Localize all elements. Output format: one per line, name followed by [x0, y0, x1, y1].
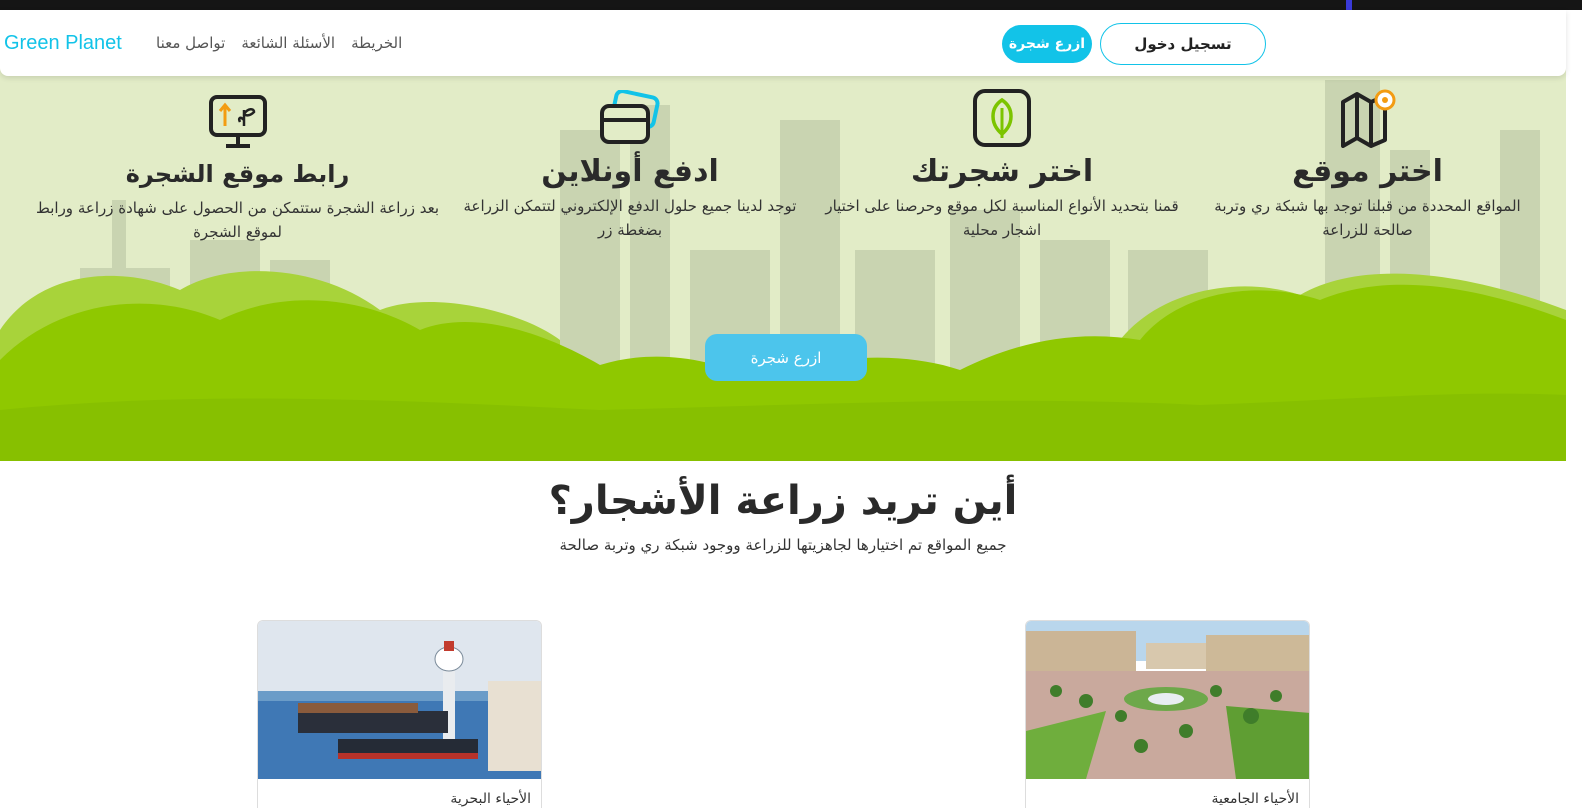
navbar: Green Planet الخريطة الأسئلة الشائعة توا…	[0, 10, 1566, 76]
location-card-caption: الأحياء البحرية	[450, 791, 531, 807]
step-description: المواقع المحددة من قبلنا توجد بها شبكة ر…	[1214, 197, 1521, 239]
brand-logo-text[interactable]: Green Planet	[4, 32, 122, 55]
locations-subtitle: جميع المواقع تم اختيارها لجاهزيتها للزرا…	[559, 536, 1007, 554]
step-title: اختر شجرتك	[910, 154, 1094, 189]
nav-links: الخريطة الأسئلة الشائعة تواصل معنا	[156, 34, 402, 52]
nav-link-faq[interactable]: الأسئلة الشائعة	[241, 34, 335, 52]
credit-card-icon	[600, 90, 660, 144]
step-choose-tree: اختر شجرتك قمنا بتحديد الأنواع المناسبة …	[818, 88, 1186, 242]
step-title: ادفع أونلاين	[541, 154, 719, 189]
campus-plaza-photo	[1026, 621, 1309, 779]
browser-top-strip	[0, 0, 1582, 10]
location-card[interactable]: الأحياء البحرية	[257, 620, 542, 808]
step-description: قمنا بتحديد الأنواع المناسبة لكل موقع وح…	[825, 197, 1179, 239]
location-card[interactable]: الأحياء الجامعية	[1025, 620, 1310, 808]
step-pay-online: ادفع أونلاين توجد لدينا جميع حلول الدفع …	[455, 90, 805, 242]
hero-section: اختر موقع المواقع المحددة من قبلنا توجد …	[0, 10, 1566, 461]
map-pin-icon	[1340, 89, 1395, 148]
step-title: رابط موقع الشجرة	[125, 160, 350, 188]
nav-link-contact[interactable]: تواصل معنا	[156, 34, 225, 52]
step-choose-location: اختر موقع المواقع المحددة من قبلنا توجد …	[1205, 88, 1530, 242]
plant-tree-hero-button[interactable]: ازرع شجرة	[705, 334, 867, 381]
nav-link-map[interactable]: الخريطة	[351, 34, 402, 52]
plant-tree-nav-button[interactable]: ازرع شجرة	[1002, 25, 1092, 63]
port-tower-photo	[258, 621, 541, 779]
leaf-icon	[973, 89, 1031, 147]
locations-title: أين تريد زراعة الأشجار؟	[548, 478, 1018, 524]
step-description: توجد لدينا جميع حلول الدفع الإلكتروني لت…	[463, 197, 797, 239]
step-tree-link: رابط موقع الشجرة بعد زراعة الشجرة ستتمكن…	[25, 94, 450, 244]
step-title: اختر موقع	[1292, 154, 1443, 189]
location-card-caption: الأحياء الجامعية	[1211, 791, 1300, 807]
step-description: بعد زراعة الشجرة ستتمكن من الحصول على شه…	[35, 199, 440, 241]
login-button[interactable]: تسجيل دخول	[1100, 23, 1266, 65]
monitor-plant-icon	[208, 95, 267, 148]
strip-accent	[1346, 0, 1352, 10]
